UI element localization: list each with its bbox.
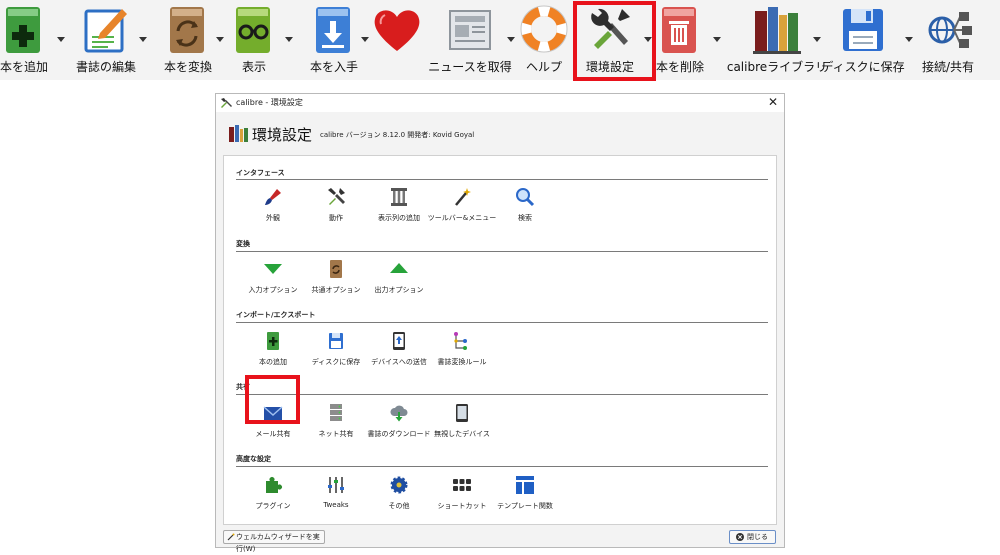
save-to-disk-button[interactable]: ディスクに保存 — [821, 0, 905, 80]
column-icon — [391, 188, 407, 206]
close-button-label: 閉じる — [747, 533, 768, 541]
tools-icon — [328, 188, 345, 205]
server-icon — [330, 404, 342, 421]
version-text: calibre バージョン 8.12.0 開発者: Kovid Goyal — [320, 131, 475, 139]
arrow-down-icon — [264, 264, 282, 274]
section-import-export-title: インポート/エクスポート — [236, 311, 316, 319]
arrow-up-icon — [390, 263, 408, 273]
dialog-title: calibre - 環境設定 — [236, 98, 303, 107]
sliders-icon — [328, 477, 344, 493]
trash-icon — [662, 7, 696, 53]
keyboard-icon — [453, 479, 471, 491]
welcome-wizard-label: ウェルカムウィザードを実行(W) — [236, 533, 320, 553]
dialog-titlebar[interactable]: calibre - 環境設定 ✕ — [216, 94, 784, 112]
tablet-icon — [393, 332, 405, 350]
pref-ignored-devices[interactable]: 無視したデバイス — [427, 403, 497, 443]
news-icon — [449, 10, 491, 50]
edit-metadata-icon — [84, 9, 127, 53]
section-advanced-title: 高度な設定 — [236, 455, 271, 463]
edit-metadata-dropdown-arrow[interactable] — [139, 37, 147, 42]
remove-book-dropdown-arrow[interactable] — [713, 37, 721, 42]
paintbrush-icon — [265, 189, 281, 205]
window-close-icon[interactable]: ✕ — [768, 95, 778, 109]
magic-wand-icon — [455, 188, 471, 206]
add-book-icon — [267, 332, 279, 350]
pref-output-options[interactable]: 出力オプション — [364, 259, 434, 299]
floppy-disk-icon — [843, 9, 883, 51]
library-button[interactable]: calibreライブラリ — [727, 0, 827, 80]
device-icon — [456, 404, 468, 422]
add-book-dropdown-arrow[interactable] — [57, 37, 65, 42]
welcome-wizard-button[interactable]: ウェルカムウィザードを実行(W) — [223, 530, 325, 553]
pref-ignored-devices-label: 無視したデバイス — [434, 430, 490, 438]
edit-metadata-button[interactable]: 書誌の編集 — [74, 0, 138, 80]
view-book-dropdown-arrow[interactable] — [285, 37, 293, 42]
dialog-heading: 環境設定 — [252, 126, 313, 144]
pref-template-functions-label: テンプレート関数 — [497, 502, 553, 510]
cloud-download-icon — [390, 405, 408, 422]
preferences-dialog: calibre - 環境設定 ✕ 環境設定 calibre バージョン 8.12… — [215, 93, 785, 553]
pref-plugins[interactable]: プラグイン — [238, 475, 308, 515]
connect-share-button[interactable]: 接続/共有 — [916, 0, 980, 80]
add-book-button[interactable]: 本を追加 — [0, 0, 56, 80]
save-to-disk-dropdown-arrow[interactable] — [905, 37, 913, 42]
main-toolbar: 本を追加 書誌の編集 本を変換 表示 本を入手 ニュースを取得 ヘルプ 環境設定… — [0, 0, 1000, 81]
section-divider — [236, 466, 768, 467]
lifebuoy-icon — [520, 5, 568, 53]
pref-search-label: 検索 — [518, 214, 532, 222]
library-dropdown-arrow[interactable] — [813, 37, 821, 42]
connect-share-label: 接続/共有 — [921, 60, 975, 74]
puzzle-icon — [266, 477, 282, 493]
pref-template-functions[interactable]: テンプレート関数 — [490, 475, 560, 515]
preferences-small-icon — [221, 98, 232, 108]
heart-icon — [374, 10, 420, 52]
pref-metadata-plugboards[interactable]: 書誌変換ルール — [427, 331, 497, 371]
remove-book-button[interactable]: 本を削除 — [648, 0, 712, 80]
network-icon — [928, 12, 972, 48]
plugins-highlight-box — [245, 375, 300, 424]
preferences-panel: インタフェース 外観 動作 表示列の追加 ツールバー&メニュー 検索 変換 入力… — [223, 155, 777, 525]
floppy-disk-icon — [329, 333, 343, 349]
template-icon — [516, 476, 534, 494]
plugboard-icon — [454, 332, 467, 350]
preferences-highlight-box — [573, 1, 656, 81]
section-divider — [236, 322, 768, 323]
convert-book-icon — [330, 260, 342, 278]
search-icon — [516, 188, 535, 207]
view-book-button[interactable]: 表示 — [222, 0, 286, 80]
pref-search[interactable]: 検索 — [490, 187, 560, 227]
library-icon — [753, 7, 801, 54]
section-conversion-title: 変換 — [236, 240, 250, 248]
pref-output-options-label: 出力オプション — [374, 286, 424, 294]
close-button[interactable]: 閉じる — [729, 530, 776, 544]
magic-wand-icon — [227, 533, 235, 541]
get-books-icon — [316, 7, 350, 53]
library-icon — [229, 125, 248, 142]
get-books-button[interactable]: 本を入手 — [302, 0, 366, 80]
section-interface-title: インタフェース — [236, 169, 285, 177]
gear-icon — [390, 476, 408, 494]
section-divider — [236, 394, 768, 395]
section-divider — [236, 251, 768, 252]
convert-book-icon — [170, 7, 204, 53]
add-book-icon — [6, 7, 40, 53]
close-circle-icon — [736, 533, 744, 541]
view-book-icon — [236, 7, 270, 53]
section-divider — [236, 179, 768, 180]
pref-metadata-plugboards-label: 書誌変換ルール — [437, 358, 487, 366]
